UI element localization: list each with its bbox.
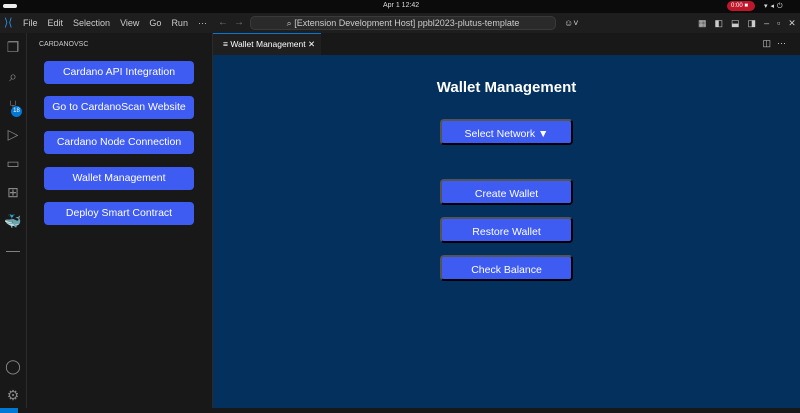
minimize-icon[interactable]: –: [764, 13, 769, 33]
create-wallet-button[interactable]: Create Wallet: [440, 179, 573, 205]
menu-bar: File Edit Selection View Go Run ···: [23, 13, 207, 33]
cardano-node-connection-button[interactable]: Cardano Node Connection: [44, 131, 194, 154]
gear-icon[interactable]: ⚙: [4, 386, 22, 404]
recording-time: 0:00: [731, 3, 743, 9]
activities-indicator[interactable]: [3, 4, 17, 8]
explorer-icon[interactable]: ❐: [4, 38, 22, 56]
remote-explorer-icon[interactable]: ▭: [4, 154, 22, 172]
tab-label: Wallet Management: [230, 39, 306, 49]
wallet-management-button[interactable]: Wallet Management: [44, 167, 194, 190]
command-center-text: [Extension Development Host] ppbl2023-pl…: [294, 18, 520, 28]
close-icon[interactable]: ✕: [788, 13, 796, 33]
cardano-api-integration-button[interactable]: Cardano API Integration: [44, 61, 194, 84]
sidebar: CARDANOVSC Cardano API Integration Go to…: [27, 33, 213, 408]
command-center[interactable]: ⌕ [Extension Development Host] ppbl2023-…: [250, 16, 556, 30]
menu-view[interactable]: View: [120, 13, 139, 33]
run-debug-icon[interactable]: ▷: [4, 125, 22, 143]
customize-layout-icon[interactable]: ▦: [698, 13, 707, 33]
check-balance-button[interactable]: Check Balance: [440, 255, 573, 281]
scm-badge: 18: [11, 106, 22, 117]
system-tray-icons[interactable]: ▾◂⏻: [764, 2, 786, 11]
remote-indicator[interactable]: [0, 408, 18, 413]
activity-bar: ❐ ⌕ ⑂ 18 ▷ ▭ ⊞ 🐳 — ◯ ⚙: [0, 33, 27, 408]
cardanoscan-website-button[interactable]: Go to CardanoScan Website: [44, 96, 194, 119]
search-icon[interactable]: ⌕: [4, 67, 22, 85]
menu-selection[interactable]: Selection: [73, 13, 110, 33]
docker-icon[interactable]: 🐳: [4, 212, 22, 230]
toggle-panel-icon[interactable]: ⬓: [731, 13, 740, 33]
editor-tabs: ≡ Wallet Management ✕ ◫⋯: [213, 33, 800, 55]
menu-more[interactable]: ···: [198, 13, 207, 33]
status-bar: [0, 408, 800, 413]
extensions-icon[interactable]: ⊞: [4, 183, 22, 201]
page-title: Wallet Management: [436, 79, 577, 96]
select-network-button[interactable]: Select Network ▼: [440, 119, 573, 145]
clock[interactable]: Apr 1 12:42: [383, 2, 419, 9]
webview: Wallet Management Select Network ▼ Creat…: [213, 55, 800, 408]
menu-edit[interactable]: Edit: [48, 13, 64, 33]
menu-file[interactable]: File: [23, 13, 38, 33]
title-bar: ⟩⟨ File Edit Selection View Go Run ··· ←…: [0, 13, 800, 33]
deploy-smart-contract-button[interactable]: Deploy Smart Contract: [44, 202, 194, 225]
restore-wallet-button[interactable]: Restore Wallet: [440, 217, 573, 243]
menu-run[interactable]: Run: [171, 13, 188, 33]
editor-actions[interactable]: ◫⋯: [762, 38, 792, 49]
maximize-icon[interactable]: ▫: [777, 13, 780, 33]
menu-go[interactable]: Go: [149, 13, 161, 33]
cardano-icon[interactable]: —: [4, 241, 22, 259]
toggle-sidebar-icon[interactable]: ◧: [715, 13, 724, 33]
toggle-secondary-sidebar-icon[interactable]: ◨: [748, 13, 757, 33]
window-controls: ▦ ◧ ⬓ ◨ – ▫ ✕: [698, 13, 796, 33]
vscode-logo-icon: ⟩⟨: [4, 17, 13, 29]
account-icon[interactable]: ◯: [4, 357, 22, 375]
recording-indicator[interactable]: 0:00 ■: [727, 1, 755, 11]
nav-arrows[interactable]: ←→: [218, 13, 250, 33]
copilot-icon[interactable]: ☺˅: [564, 13, 578, 33]
sidebar-header: CARDANOVSC: [39, 41, 89, 48]
system-bar: Apr 1 12:42 0:00 ■ ▾◂⏻: [0, 0, 800, 13]
tab-wallet-management[interactable]: ≡ Wallet Management ✕: [213, 33, 321, 55]
tab-close-icon[interactable]: ✕: [308, 39, 315, 49]
